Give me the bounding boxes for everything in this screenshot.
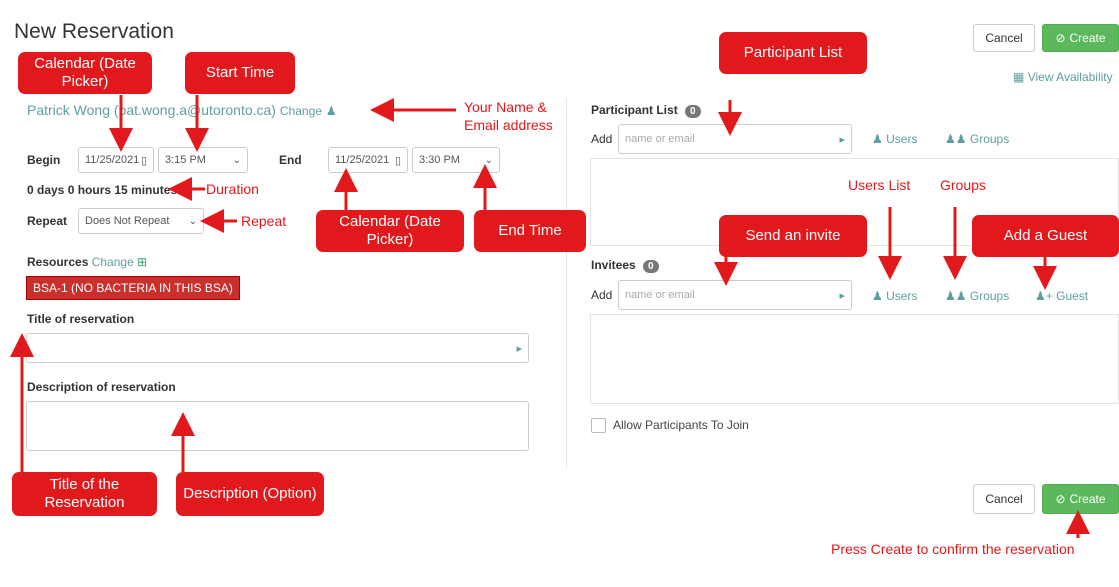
callout-start-time: Start Time [185,52,295,94]
callout-your-name: Your Name & Email address [464,99,553,134]
callout-duration: Duration [206,181,259,197]
callout-calendar2: Calendar (Date Picker) [316,210,464,252]
callout-title-of-reservation: Title of the Reservation [12,472,157,516]
callout-repeat: Repeat [241,213,287,229]
annotation-arrows [10,95,1090,538]
callout-participant-list: Participant List [719,32,867,74]
callout-calendar1: Calendar (Date Picker) [18,52,152,94]
callout-end-time: End Time [474,210,586,252]
callout-users-list: Users List [848,177,911,193]
callout-add-guest: Add a Guest [972,215,1119,257]
callout-press-create: Press Create to confirm the reservation [831,541,1075,557]
callout-send-invite: Send an invite [719,215,867,257]
callout-description: Description (Option) [176,472,324,516]
callout-groups: Groups [940,177,986,193]
